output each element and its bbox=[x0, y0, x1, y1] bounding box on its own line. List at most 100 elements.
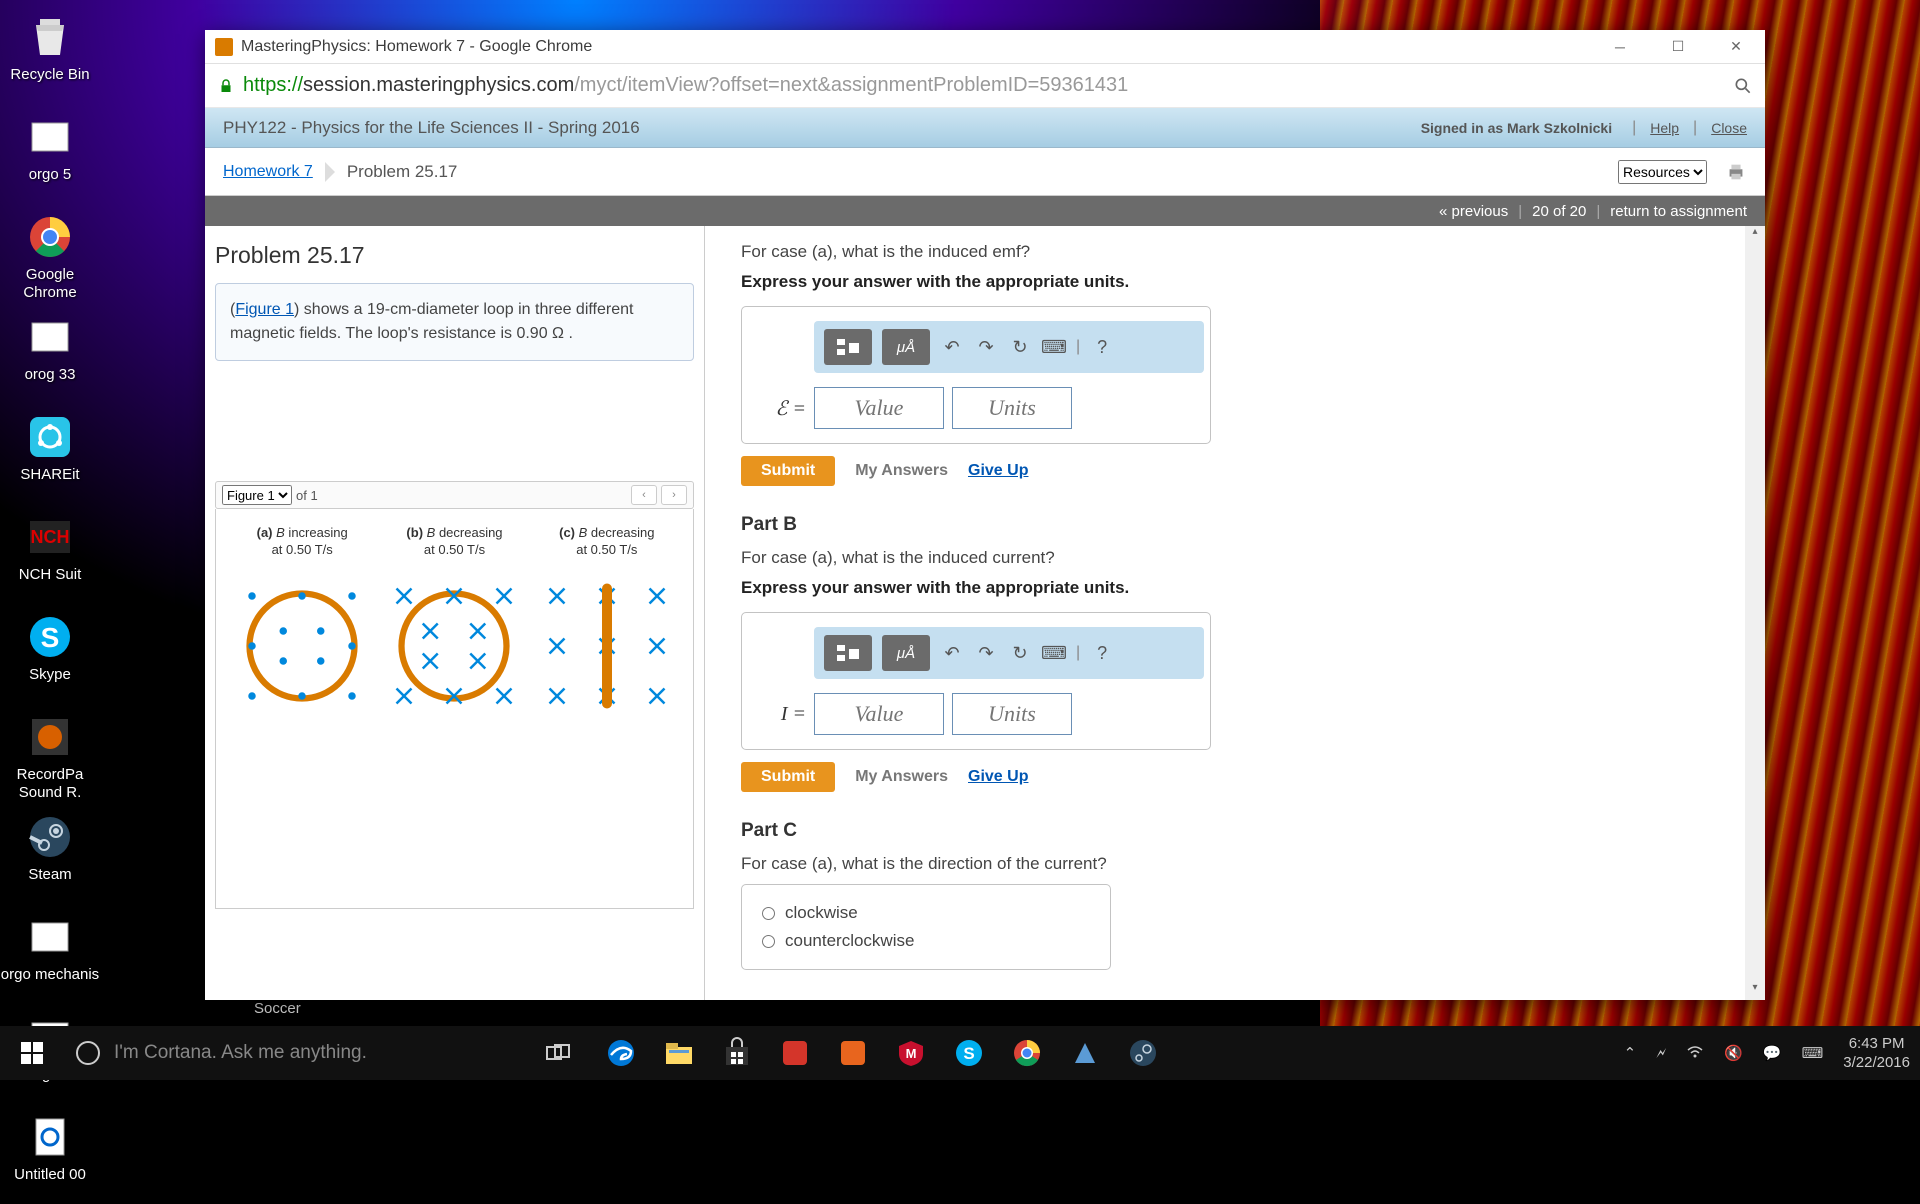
close-button[interactable]: ✕ bbox=[1707, 30, 1765, 64]
orog33-icon[interactable]: orog 33 bbox=[0, 304, 100, 404]
help-icon[interactable]: ? bbox=[1090, 335, 1114, 359]
taskbar-clock[interactable]: 6:43 PM 3/22/2016 bbox=[1833, 1034, 1920, 1073]
keyboard-icon[interactable]: ⌨ bbox=[1042, 335, 1066, 359]
taskbar-chrome-icon[interactable] bbox=[998, 1026, 1056, 1080]
desktop-icons: Recycle Bin orgo 5 Google Chrome orog 33… bbox=[0, 0, 200, 1204]
recycle-bin-icon[interactable]: Recycle Bin bbox=[0, 4, 100, 104]
skype-icon[interactable]: S Skype bbox=[0, 604, 100, 704]
maximize-button[interactable]: ☐ bbox=[1649, 30, 1707, 64]
minimize-button[interactable]: ─ bbox=[1591, 30, 1649, 64]
fig-label-a: (a) B increasingat 0.50 T/s bbox=[227, 525, 378, 559]
template-button[interactable] bbox=[824, 635, 872, 671]
scroll-down-icon[interactable]: ▾ bbox=[1747, 982, 1763, 1000]
cortana-icon bbox=[76, 1041, 100, 1065]
give-up-link[interactable]: Give Up bbox=[968, 462, 1028, 480]
orgomech-icon[interactable]: orgo mechanis bbox=[0, 904, 100, 1004]
my-answers-link[interactable]: My Answers bbox=[855, 462, 948, 480]
tray-volume-icon[interactable]: 🔇 bbox=[1714, 1044, 1753, 1062]
tray-keyboard-icon[interactable]: ⌨ bbox=[1792, 1044, 1834, 1062]
scroll-up-icon[interactable]: ▴ bbox=[1747, 226, 1763, 244]
redo-icon[interactable]: ↷ bbox=[974, 641, 998, 665]
template-button[interactable] bbox=[824, 329, 872, 365]
orgo5-icon[interactable]: orgo 5 bbox=[0, 104, 100, 204]
taskbar-steam-icon[interactable] bbox=[1114, 1026, 1172, 1080]
breadcrumb-homework[interactable]: Homework 7 bbox=[223, 163, 313, 181]
radio-counterclockwise[interactable] bbox=[762, 935, 775, 948]
undo-icon[interactable]: ↶ bbox=[940, 335, 964, 359]
keyboard-icon[interactable]: ⌨ bbox=[1042, 641, 1066, 665]
start-button[interactable] bbox=[0, 1026, 64, 1080]
reset-icon[interactable]: ↻ bbox=[1008, 641, 1032, 665]
taskbar-app-blue-icon[interactable] bbox=[1056, 1026, 1114, 1080]
redo-icon[interactable]: ↷ bbox=[974, 335, 998, 359]
taskbar-edge-icon[interactable] bbox=[592, 1026, 650, 1080]
desktop-icon-label: orgo mechanis bbox=[1, 966, 99, 984]
tray-wifi-icon[interactable] bbox=[1676, 1042, 1714, 1064]
my-answers-link[interactable]: My Answers bbox=[855, 768, 948, 786]
taskbar-explorer-icon[interactable] bbox=[650, 1026, 708, 1080]
figure-prev-button[interactable]: ‹ bbox=[631, 485, 657, 505]
fig-label-b: (b) B decreasingat 0.50 T/s bbox=[379, 525, 530, 559]
radio-clockwise[interactable] bbox=[762, 907, 775, 920]
close-link[interactable]: Close bbox=[1711, 120, 1747, 136]
part-c-question: For case (a), what is the direction of t… bbox=[741, 854, 1725, 874]
previous-link[interactable]: « previous bbox=[1439, 203, 1508, 220]
lock-icon bbox=[217, 77, 235, 95]
part-c-radio-box: clockwise counterclockwise bbox=[741, 884, 1111, 970]
part-a-submit-button[interactable]: Submit bbox=[741, 456, 835, 486]
give-up-link[interactable]: Give Up bbox=[968, 768, 1028, 786]
part-a-units-input[interactable] bbox=[952, 387, 1072, 429]
shareit-icon[interactable]: SHAREit bbox=[0, 404, 100, 504]
print-icon[interactable] bbox=[1725, 161, 1747, 183]
steam-icon[interactable]: Steam bbox=[0, 804, 100, 904]
tray-notifications-icon[interactable]: 💬 bbox=[1753, 1044, 1792, 1062]
desktop-icon-label: orgo 5 bbox=[29, 166, 72, 184]
cortana-search[interactable]: I'm Cortana. Ask me anything. bbox=[64, 1026, 534, 1080]
nch-icon[interactable]: NCH NCH Suit bbox=[0, 504, 100, 604]
diagram-a bbox=[227, 571, 377, 721]
untitled-icon[interactable]: Untitled 00 bbox=[0, 1104, 100, 1204]
return-link[interactable]: return to assignment bbox=[1610, 203, 1747, 220]
taskbar-mcafee-icon[interactable]: M bbox=[882, 1026, 940, 1080]
tray-battery-icon[interactable]: 🗲 bbox=[1646, 1045, 1676, 1062]
part-b-value-input[interactable] bbox=[814, 693, 944, 735]
taskbar-apps: M S bbox=[592, 1026, 1172, 1080]
titlebar[interactable]: MasteringPhysics: Homework 7 - Google Ch… bbox=[205, 30, 1765, 64]
figure-link[interactable]: Figure 1 bbox=[235, 301, 294, 318]
part-b-units-input[interactable] bbox=[952, 693, 1072, 735]
position-label: 20 of 20 bbox=[1532, 203, 1586, 220]
scrollbar[interactable]: ▴ ▾ bbox=[1745, 226, 1765, 1000]
help-link[interactable]: Help bbox=[1650, 120, 1679, 136]
desktop-icon-label: Untitled 00 bbox=[14, 1166, 86, 1184]
recordpad-icon[interactable]: RecordPa Sound R. bbox=[0, 704, 100, 804]
units-button[interactable]: μÅ bbox=[882, 329, 930, 365]
chrome-window: MasteringPhysics: Homework 7 - Google Ch… bbox=[205, 30, 1765, 1000]
resources-select[interactable]: Resources bbox=[1618, 160, 1707, 184]
address-bar[interactable]: https://session.masteringphysics.com/myc… bbox=[205, 64, 1765, 108]
units-button[interactable]: μÅ bbox=[882, 635, 930, 671]
figure-next-button[interactable]: › bbox=[661, 485, 687, 505]
desktop-icon-label: Steam bbox=[28, 866, 71, 884]
chrome-icon[interactable]: Google Chrome bbox=[0, 204, 100, 304]
undo-icon[interactable]: ↶ bbox=[940, 641, 964, 665]
part-a-value-input[interactable] bbox=[814, 387, 944, 429]
reset-icon[interactable]: ↻ bbox=[1008, 335, 1032, 359]
task-view-button[interactable] bbox=[534, 1026, 582, 1080]
taskbar-skype-icon[interactable]: S bbox=[940, 1026, 998, 1080]
window-title: MasteringPhysics: Homework 7 - Google Ch… bbox=[241, 38, 1591, 56]
figure-of-label: of 1 bbox=[296, 488, 318, 503]
desktop-icon-label: NCH Suit bbox=[19, 566, 82, 584]
part-b-submit-button[interactable]: Submit bbox=[741, 762, 835, 792]
figure-select[interactable]: Figure 1 bbox=[222, 485, 292, 505]
taskbar-app-orange-icon[interactable] bbox=[824, 1026, 882, 1080]
taskbar-store-icon[interactable] bbox=[708, 1026, 766, 1080]
tray-chevron-icon[interactable]: ⌃ bbox=[1614, 1044, 1647, 1062]
search-icon[interactable] bbox=[1733, 76, 1753, 96]
desktop-icon-label: Google Chrome bbox=[0, 266, 100, 302]
figure-bar: Figure 1 of 1 ‹ › bbox=[215, 481, 694, 509]
signed-in-label: Signed in as Mark Szkolnicki bbox=[1421, 120, 1612, 136]
help-icon[interactable]: ? bbox=[1090, 641, 1114, 665]
svg-text:M: M bbox=[906, 1046, 917, 1061]
taskbar-app-red-icon[interactable] bbox=[766, 1026, 824, 1080]
radio-label: clockwise bbox=[785, 903, 858, 923]
